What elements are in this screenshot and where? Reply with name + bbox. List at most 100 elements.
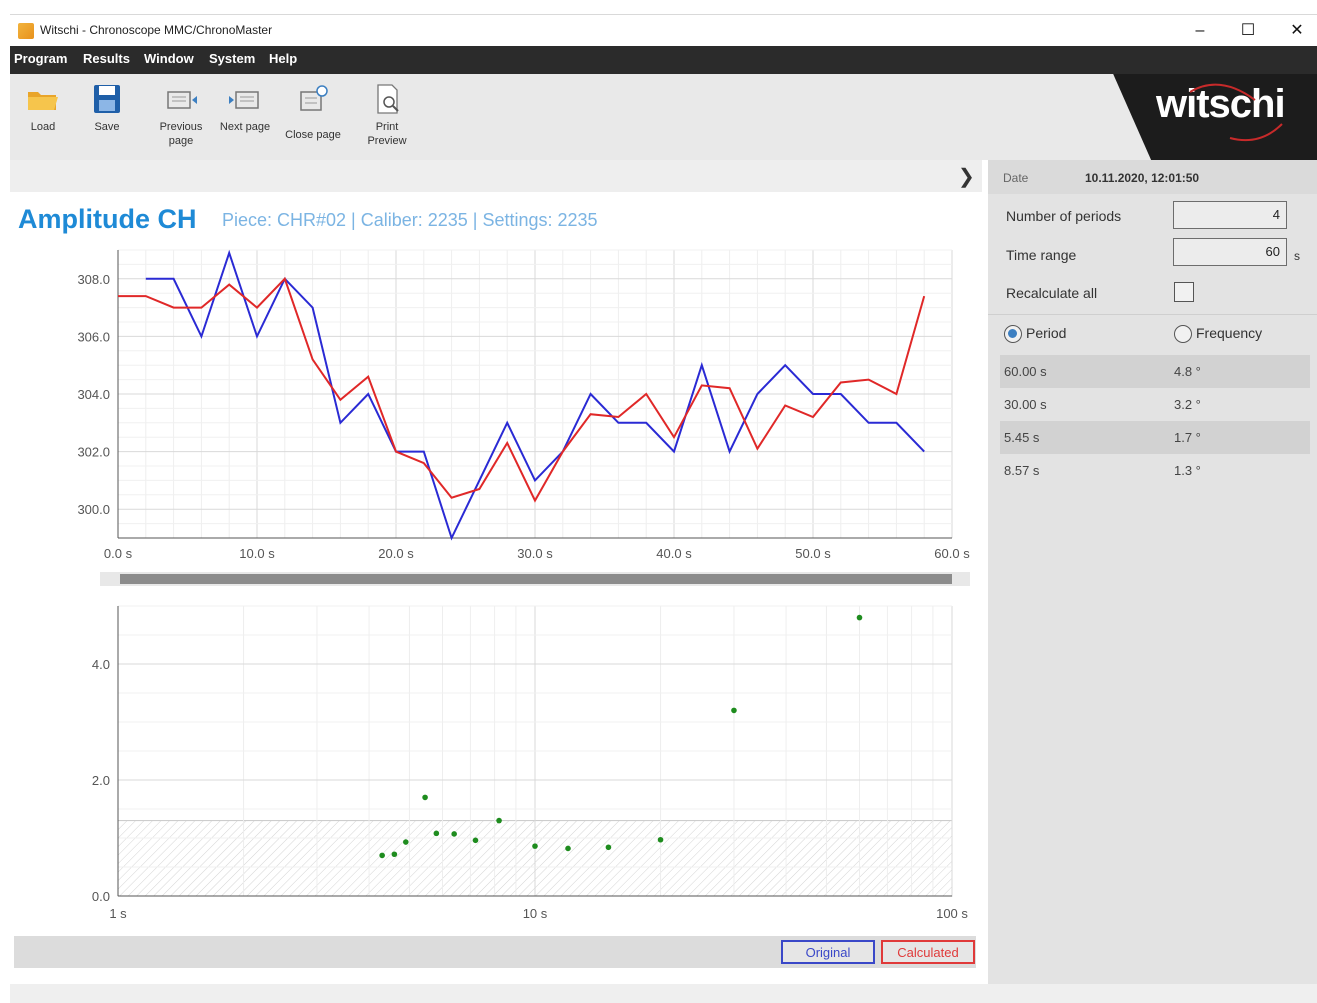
x-tick-label: 30.0 s (517, 546, 553, 561)
frequency-radio-label: Frequency (1196, 325, 1263, 341)
folder-icon (26, 82, 60, 116)
original-legend-button[interactable]: Original (781, 940, 875, 964)
status-bar (10, 984, 1317, 1003)
page-subtitle: Piece: CHR#02 | Caliber: 2235 | Settings… (222, 210, 598, 230)
menu-help[interactable]: Help (269, 51, 297, 66)
next-page-button[interactable]: Next page (212, 74, 278, 134)
period-value: 8.57 s (1004, 463, 1040, 478)
y-tick-label: 308.0 (77, 272, 110, 287)
maximize-button[interactable]: ☐ (1225, 19, 1271, 43)
x-tick-label: 0.0 s (104, 546, 133, 561)
period-value: 30.00 s (1004, 397, 1047, 412)
num-periods-label: Number of periods (1006, 208, 1122, 224)
page-title: Amplitude CH (18, 204, 197, 234)
amplitude-value: 1.7 ° (1174, 430, 1201, 445)
recalculate-checkbox[interactable] (1174, 282, 1194, 302)
title-bar: Witschi - Chronoscope MMC/ChronoMaster –… (10, 14, 1317, 47)
logo-swoosh-icon (1189, 83, 1283, 142)
data-point (657, 836, 664, 843)
data-point (605, 844, 612, 851)
date-value: 10.11.2020, 12:01:50 (1085, 171, 1200, 185)
data-point (433, 830, 440, 837)
x-tick-label: 20.0 s (378, 546, 414, 561)
data-point (391, 851, 398, 858)
y-tick-label: 2.0 (92, 773, 110, 788)
x-tick-label: 60.0 s (934, 546, 970, 561)
menu-results[interactable]: Results (83, 51, 130, 66)
y-tick-label: 0.0 (92, 889, 110, 904)
recalculate-label: Recalculate all (1006, 285, 1098, 301)
window-title: Witschi - Chronoscope MMC/ChronoMaster (40, 23, 273, 37)
load-label: Load (30, 121, 56, 133)
minimize-button[interactable]: – (1177, 19, 1223, 43)
close-button[interactable]: ✕ (1274, 19, 1317, 43)
data-point (565, 845, 571, 852)
time-range-input[interactable]: 60 (1173, 238, 1287, 266)
num-periods-input[interactable]: 4 (1173, 201, 1287, 229)
app-icon (18, 23, 34, 39)
data-point (496, 817, 502, 824)
close-page-label: Close page (285, 129, 341, 141)
x-tick-label: 40.0 s (656, 546, 692, 561)
period-radio-label: Period (1026, 325, 1067, 341)
x-tick-label: 10.0 s (239, 546, 275, 561)
save-label: Save (94, 121, 120, 133)
page-header-strip (10, 160, 982, 192)
floppy-disk-icon (90, 82, 124, 116)
spectrum-chart[interactable]: 0.0 2.0 4.0 1 s 10 s 100 s (10, 598, 985, 930)
previous-page-button[interactable]: Previous page (148, 74, 214, 148)
save-button[interactable]: Save (74, 74, 140, 134)
y-tick-label: 300.0 (77, 502, 110, 517)
data-point (379, 852, 385, 859)
menu-window[interactable]: Window (144, 51, 194, 66)
menu-system[interactable]: System (209, 51, 255, 66)
next-page-icon (228, 82, 262, 116)
period-row[interactable]: 60.00 s 4.8 ° (1000, 355, 1310, 388)
menu-bar: Program Results Window System Help (10, 46, 1317, 74)
scrollbar-thumb[interactable] (120, 574, 952, 584)
chevron-right-icon[interactable]: ❯ (958, 164, 975, 189)
print-preview-button[interactable]: Print Preview (354, 74, 420, 148)
previous-page-label: Previous page (159, 121, 203, 147)
date-label: Date (1003, 171, 1029, 185)
next-page-label: Next page (219, 121, 271, 133)
period-row[interactable]: 5.45 s 1.7 ° (1000, 421, 1310, 454)
x-tick-label: 50.0 s (795, 546, 831, 561)
data-point (472, 837, 479, 844)
data-point (856, 614, 863, 621)
data-point (731, 707, 737, 714)
load-button[interactable]: Load (10, 74, 76, 134)
calculated-legend-button[interactable]: Calculated (881, 940, 975, 964)
amplitude-value: 3.2 ° (1174, 397, 1201, 412)
period-value: 5.45 s (1004, 430, 1040, 445)
data-point (422, 794, 428, 801)
amplitude-chart[interactable]: 300.0 302.0 304.0 306.0 308.0 0.0 s 10.0 s 20.0… (10, 240, 985, 570)
time-range-label: Time range (1006, 247, 1077, 263)
y-tick-label: 302.0 (77, 445, 110, 460)
settings-panel (988, 160, 1317, 984)
x-tick-label: 100 s (936, 906, 968, 921)
menu-program[interactable]: Program (14, 51, 67, 66)
print-preview-label: Print Preview (367, 121, 407, 147)
amplitude-value: 1.3 ° (1174, 463, 1201, 478)
amplitude-value: 4.8 ° (1174, 364, 1201, 379)
previous-page-icon (164, 82, 198, 116)
print-preview-icon (370, 82, 404, 116)
time-range-unit: s (1294, 249, 1300, 263)
period-radio[interactable] (1004, 325, 1022, 343)
x-tick-label: 10 s (523, 906, 548, 921)
data-point (532, 843, 538, 849)
y-tick-label: 4.0 (92, 657, 110, 672)
period-row[interactable]: 8.57 s 1.3 ° (1000, 454, 1310, 487)
frequency-radio[interactable] (1174, 325, 1192, 343)
close-page-icon (296, 82, 330, 116)
period-row[interactable]: 30.00 s 3.2 ° (1000, 388, 1310, 421)
data-point (451, 831, 457, 837)
chart-scrollbar[interactable] (100, 572, 970, 586)
y-tick-label: 304.0 (77, 387, 110, 402)
divider (988, 314, 1317, 315)
x-tick-label: 1 s (109, 906, 127, 921)
period-value: 60.00 s (1004, 364, 1047, 379)
y-tick-label: 306.0 (77, 329, 110, 344)
close-page-button[interactable]: Close page (280, 74, 346, 142)
